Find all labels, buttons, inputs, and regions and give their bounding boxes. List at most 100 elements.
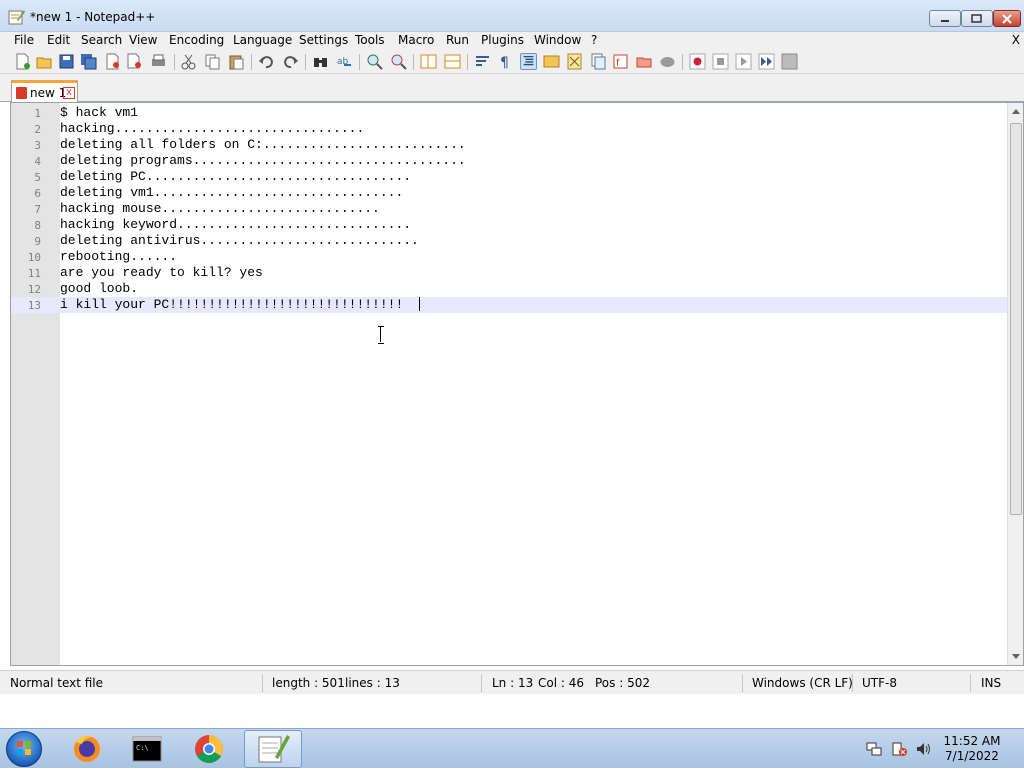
taskbar-firefox[interactable] <box>58 730 116 768</box>
editor-line[interactable]: 10 rebooting...... <box>11 249 1007 265</box>
editor-line[interactable]: 5 deleting PC............................… <box>11 169 1007 185</box>
close-icon <box>1002 13 1012 24</box>
status-eol: Windows (CR LF) <box>752 676 853 690</box>
status-separator <box>970 674 971 692</box>
indent-guide-icon[interactable] <box>520 53 537 70</box>
editor-line[interactable]: 2 hacking................................ <box>11 121 1007 137</box>
monitoring-icon[interactable] <box>659 53 676 70</box>
editor-line[interactable]: 3 deleting all folders on C:.............… <box>11 137 1007 153</box>
run-macro-multiple-icon[interactable] <box>758 53 775 70</box>
zoom-in-icon[interactable] <box>366 53 383 70</box>
network-icon[interactable] <box>866 741 882 757</box>
close-all-icon[interactable] <box>126 53 143 70</box>
function-list-icon[interactable]: f <box>612 53 629 70</box>
menu-run[interactable]: Run <box>446 33 469 47</box>
record-macro-icon[interactable] <box>689 53 706 70</box>
copy-icon[interactable] <box>204 53 221 70</box>
editor-line[interactable]: 11 are you ready to kill? yes <box>11 265 1007 281</box>
line-text: rebooting...... <box>60 249 178 264</box>
redo-icon[interactable] <box>282 53 299 70</box>
taskbar: C:\ 11:52 AM 7/1/2022 <box>0 728 1024 768</box>
line-number: 7 <box>34 203 41 216</box>
menu-edit[interactable]: Edit <box>47 33 70 47</box>
scroll-thumb[interactable] <box>1010 123 1022 515</box>
paste-icon[interactable] <box>228 53 245 70</box>
editor-line[interactable]: 6 deleting vm1...........................… <box>11 185 1007 201</box>
menu-search[interactable]: Search <box>81 33 122 47</box>
folder-workspace-icon[interactable] <box>636 53 653 70</box>
editor-line[interactable]: 9 deleting antivirus.....................… <box>11 233 1007 249</box>
volume-icon[interactable] <box>915 741 931 757</box>
stop-recording-icon[interactable] <box>712 53 729 70</box>
cut-icon[interactable] <box>180 53 197 70</box>
unsaved-file-icon <box>16 87 27 99</box>
system-clock[interactable]: 11:52 AM 7/1/2022 <box>932 734 1012 764</box>
svg-text:¶: ¶ <box>500 55 509 70</box>
line-number: 10 <box>27 251 41 264</box>
editor-line[interactable]: 13 i kill your PC!!!!!!!!!!!!!!!!!!!!!!!!… <box>11 297 1007 313</box>
editor-line[interactable]: 1 $ hack vm1 <box>11 105 1007 121</box>
line-number: 13 <box>27 299 41 312</box>
firefox-icon <box>74 736 100 762</box>
line-text: deleting vm1............................… <box>60 185 404 200</box>
line-number: 12 <box>27 283 41 296</box>
menu-file[interactable]: File <box>14 33 34 47</box>
taskbar-notepadpp[interactable] <box>244 730 302 768</box>
status-col: Col : 46 <box>538 676 584 690</box>
editor[interactable]: 1 $ hack vm1 2 hacking.....................… <box>10 102 1024 666</box>
undo-icon[interactable] <box>258 53 275 70</box>
sync-horizontal-icon[interactable] <box>444 53 461 70</box>
print-icon[interactable] <box>150 53 167 70</box>
maximize-button[interactable] <box>961 10 993 27</box>
document-list-icon[interactable] <box>590 53 607 70</box>
clock-time: 11:52 AM <box>943 734 1001 748</box>
open-file-icon[interactable] <box>36 53 53 70</box>
line-text: hacking mouse...........................… <box>60 201 380 216</box>
playback-icon[interactable] <box>735 53 752 70</box>
line-number: 4 <box>34 155 41 168</box>
tab-label: new 1 <box>30 86 67 100</box>
start-button[interactable] <box>6 731 42 767</box>
word-wrap-icon[interactable] <box>474 53 491 70</box>
menu-settings[interactable]: Settings <box>299 33 348 47</box>
save-all-icon[interactable] <box>80 53 97 70</box>
user-language-icon[interactable] <box>543 53 560 70</box>
menu-tools[interactable]: Tools <box>355 33 385 47</box>
status-encoding: UTF-8 <box>862 676 897 690</box>
menu-macro[interactable]: Macro <box>398 33 434 47</box>
find-icon[interactable] <box>312 53 329 70</box>
menu-plugins[interactable]: Plugins <box>481 33 524 47</box>
scroll-down-icon[interactable] <box>1012 654 1020 659</box>
notepadpp-app-icon <box>8 10 25 25</box>
show-all-characters-icon[interactable]: ¶ <box>497 53 514 70</box>
save-macro-icon[interactable] <box>781 53 798 70</box>
editor-line[interactable]: 12 good loob. <box>11 281 1007 297</box>
toolbar-separator <box>467 54 468 70</box>
save-icon[interactable] <box>58 53 75 70</box>
document-map-icon[interactable] <box>566 53 583 70</box>
zoom-out-icon[interactable] <box>390 53 407 70</box>
minimize-button[interactable] <box>929 10 961 27</box>
new-file-icon[interactable] <box>14 53 31 70</box>
editor-line[interactable]: 7 hacking mouse..........................… <box>11 201 1007 217</box>
sync-vertical-icon[interactable] <box>420 53 437 70</box>
close-file-icon[interactable] <box>104 53 121 70</box>
menu-encoding[interactable]: Encoding <box>169 33 224 47</box>
tab-new-1[interactable]: new 1 x <box>11 80 78 102</box>
scroll-up-icon[interactable] <box>1012 109 1020 114</box>
close-window-button[interactable] <box>993 10 1021 27</box>
replace-icon[interactable]: ab <box>336 53 353 70</box>
menu-language[interactable]: Language <box>233 33 292 47</box>
taskbar-chrome[interactable] <box>180 730 238 768</box>
menu-view[interactable]: View <box>129 33 157 47</box>
vertical-scrollbar[interactable] <box>1007 103 1023 665</box>
menu-window[interactable]: Window <box>534 33 581 47</box>
editor-line[interactable]: 8 hacking keyword........................… <box>11 217 1007 233</box>
action-center-icon[interactable] <box>891 741 907 757</box>
line-text: hacking................................ <box>60 121 365 136</box>
editor-line[interactable]: 4 deleting programs......................… <box>11 153 1007 169</box>
close-document-x[interactable]: X <box>1012 33 1020 47</box>
taskbar-command-prompt[interactable]: C:\ <box>118 730 176 768</box>
tab-close-icon[interactable]: x <box>63 87 75 99</box>
menu-help[interactable]: ? <box>591 33 597 47</box>
